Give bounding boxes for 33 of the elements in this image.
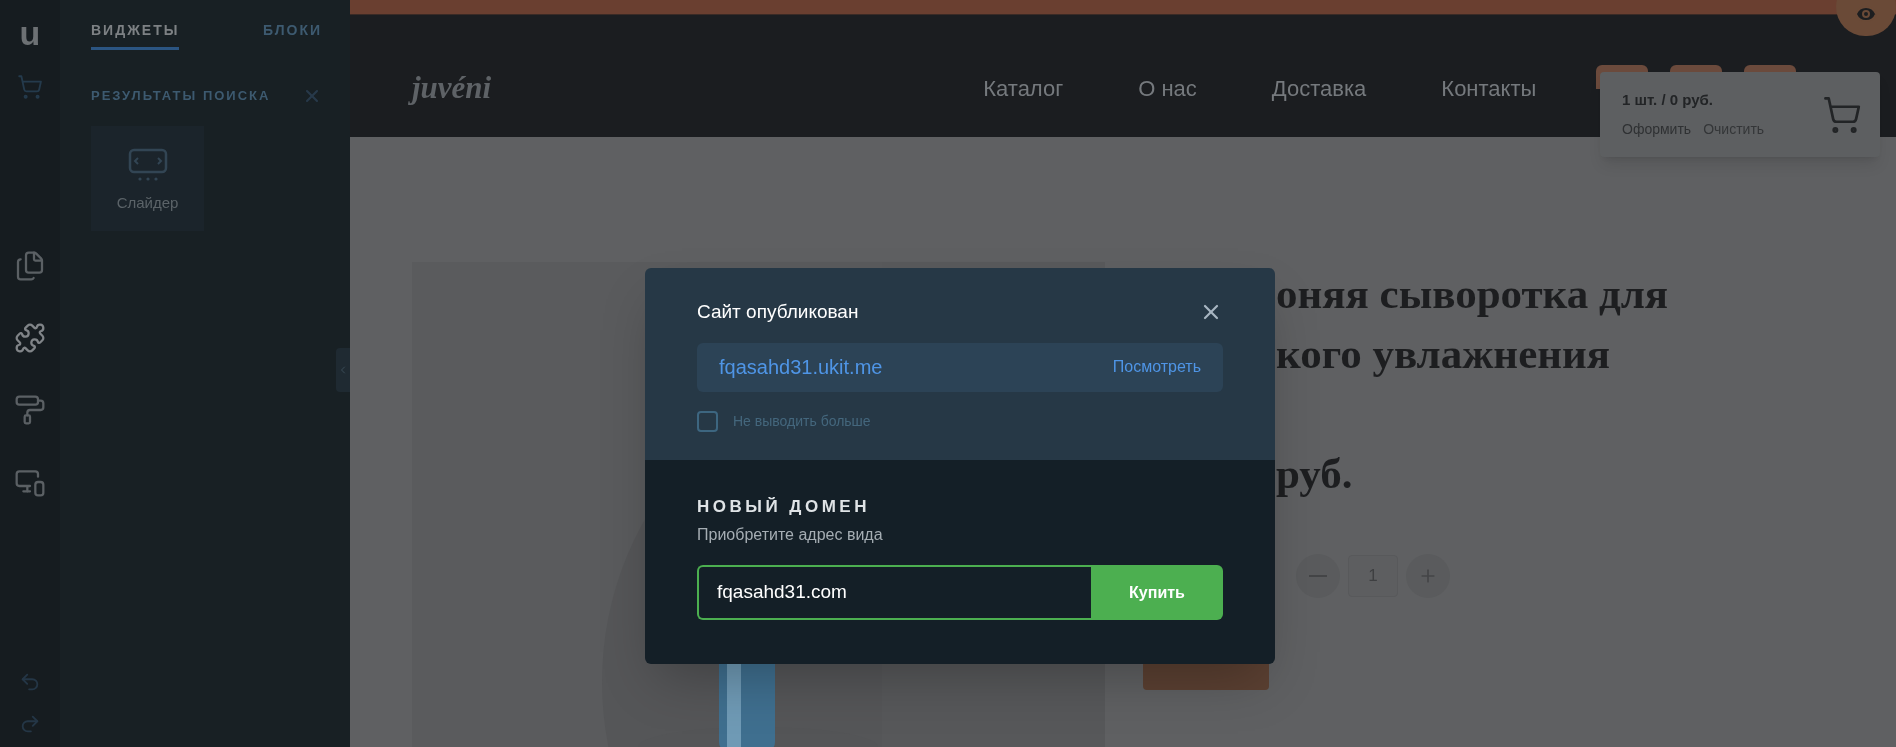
nav-link[interactable]: О нас [1138,71,1197,105]
product-title: кого увлажнения [1276,329,1612,379]
buy-button[interactable]: Купить [1091,565,1223,620]
checkbox[interactable] [697,410,718,432]
undo-icon[interactable] [19,671,41,693]
nav-link[interactable]: Каталог [983,71,1064,105]
view-link[interactable]: Посмотреть [1112,355,1201,379]
cart-icon[interactable] [17,74,43,100]
decrease-button[interactable] [1296,554,1340,598]
domain-field[interactable]: fqasahd31.com [697,565,1091,620]
section-subtitle: Приобретите адрес вида [697,525,884,545]
widget-label: Слайдер [116,193,179,213]
widget-card[interactable]: Слайдер [91,126,204,231]
dialog-title: Сайт опубликован [697,300,859,324]
section-title: РЕЗУЛЬТАТЫ ПОИСКА [91,87,271,106]
increase-button[interactable] [1406,554,1450,598]
redo-icon[interactable] [19,713,41,735]
section-heading: НОВЫЙ ДОМЕН [697,495,871,518]
puzzle-icon[interactable] [14,322,46,354]
collapse-handle[interactable] [336,348,350,392]
paint-roller-icon[interactable] [14,394,46,426]
pages-icon[interactable] [14,250,46,282]
panel-tab[interactable]: ВИДЖЕТЫ [91,20,180,50]
nav-link[interactable]: Контакты [1441,71,1537,105]
product-price: руб. [1276,449,1354,499]
app-logo[interactable]: u [19,16,41,50]
cart-icon[interactable] [1822,94,1862,135]
cart-summary: 1 шт. / 0 руб. [1622,89,1714,110]
product-title: оняя сыворотка для [1276,269,1669,319]
nav-link[interactable]: Доставка [1271,71,1367,105]
panel-tab[interactable]: БЛОКИ [262,20,322,50]
slider-icon [127,148,168,182]
site-url-link[interactable]: fqasahd31.ukit.me [719,352,883,382]
